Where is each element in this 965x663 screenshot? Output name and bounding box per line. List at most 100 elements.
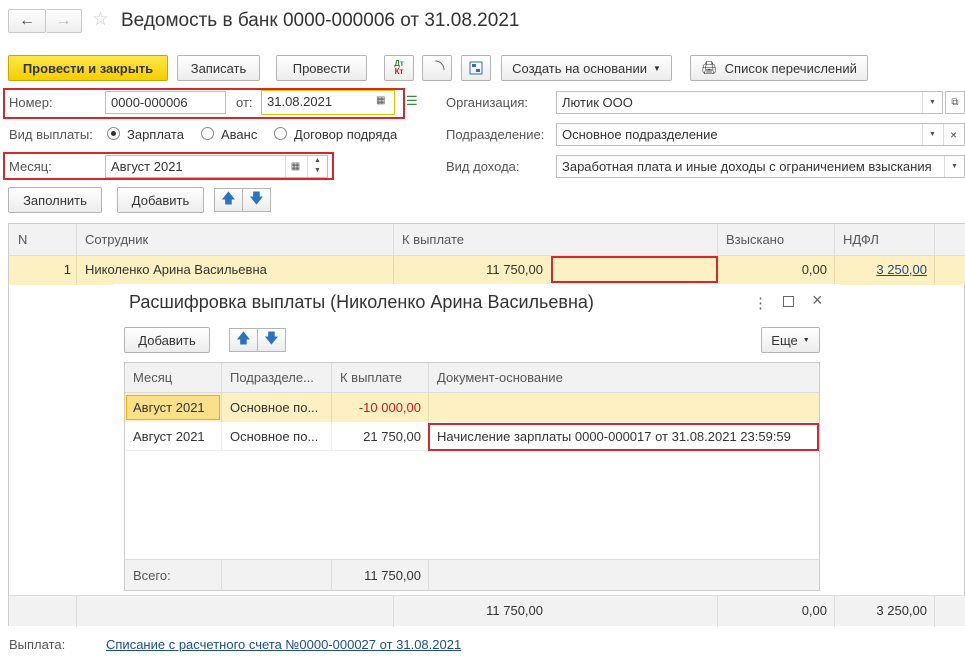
- col-ndfl[interactable]: НДФЛ: [843, 232, 879, 247]
- list-check-icon[interactable]: ☰: [406, 93, 418, 109]
- row-employee: Николенко Арина Васильевна: [85, 262, 267, 277]
- nav-forward-button[interactable]: →: [46, 9, 82, 33]
- col-collected[interactable]: Взыскано: [726, 232, 784, 247]
- arrow-right-icon: →: [55, 12, 72, 29]
- arrow-up-icon: 🡅: [221, 190, 236, 206]
- popup-move-up-button[interactable]: 🡅: [229, 328, 258, 352]
- create-based-on-label: Создать на основании: [512, 60, 647, 76]
- structure-icon: [469, 61, 483, 75]
- arrow-down-icon: 🡇: [264, 330, 279, 346]
- radio-advance[interactable]: [201, 127, 214, 140]
- popup-more-label: Еще: [771, 332, 798, 348]
- structure-button[interactable]: [461, 55, 491, 81]
- radio-salary[interactable]: [107, 127, 120, 140]
- department-label: Подразделение:: [446, 127, 545, 142]
- popup-row-to-pay: -10 000,00: [358, 400, 421, 415]
- popup-row-to-pay: 21 750,00: [363, 429, 421, 444]
- row-ndfl[interactable]: 3 250,00: [834, 262, 927, 277]
- arrow-down-icon: 🡇: [249, 190, 264, 206]
- month-highlight: [3, 152, 334, 180]
- maximize-icon[interactable]: [783, 296, 794, 307]
- popup-col-to-pay[interactable]: К выплате: [340, 370, 402, 385]
- chevron-down-icon: ▼: [929, 131, 936, 138]
- printer-icon: 🖨: [701, 60, 718, 75]
- breakdown-popup: Расшифровка выплаты (Николенко Арина Вас…: [113, 284, 840, 595]
- post-button[interactable]: Провести: [276, 55, 367, 81]
- main-table-header: [9, 224, 965, 256]
- chevron-down-icon: ▼: [929, 99, 936, 106]
- organization-label: Организация:: [446, 95, 529, 110]
- move-up-button[interactable]: 🡅: [214, 188, 243, 212]
- col-to-pay[interactable]: К выплате: [402, 232, 464, 247]
- popup-col-doc[interactable]: Документ-основание: [437, 370, 563, 385]
- chevron-down-icon: ▼: [951, 163, 958, 170]
- dt-kt-icon: Дт Кт: [394, 59, 404, 76]
- table-row[interactable]: Август 2021 Основное по... -10 000,00: [125, 393, 819, 422]
- move-down-button[interactable]: 🡇: [242, 188, 271, 212]
- row-number: 1: [63, 262, 71, 277]
- popup-col-dept[interactable]: Подразделе...: [230, 370, 314, 385]
- income-type-field[interactable]: Заработная плата и иные доходы с огранич…: [556, 155, 965, 178]
- close-icon[interactable]: ×: [812, 290, 823, 311]
- table-row[interactable]: 1 Николенко Арина Васильевна 11 750,00 0…: [9, 256, 965, 285]
- popup-row-month: Август 2021: [133, 400, 205, 415]
- department-field[interactable]: Основное подразделение: [556, 123, 965, 146]
- post-and-close-button[interactable]: Провести и закрыть: [8, 55, 168, 81]
- arrow-up-icon: 🡅: [236, 330, 251, 346]
- payment-label: Выплата:: [9, 637, 66, 652]
- main-table-footer: 11 750,00 0,00 3 250,00: [9, 595, 965, 627]
- paperclip-icon: ⌒: [426, 57, 448, 79]
- popup-table-footer: Всего: 11 750,00: [125, 559, 819, 591]
- dt-kt-button[interactable]: Дт Кт: [384, 55, 414, 81]
- attach-button[interactable]: ⌒: [422, 55, 452, 81]
- footer-ndfl: 3 250,00: [876, 603, 927, 618]
- save-button[interactable]: Записать: [177, 55, 260, 81]
- empty-cell-highlight: [551, 256, 718, 283]
- chevron-down-icon: ▼: [802, 336, 810, 344]
- radio-contract-label[interactable]: Договор подряда: [294, 127, 397, 142]
- chevron-down-icon: ▼: [652, 63, 661, 73]
- create-based-on-button[interactable]: Создать на основании ▼: [501, 55, 672, 81]
- popup-row-dept: Основное по...: [230, 400, 319, 415]
- radio-advance-label[interactable]: Аванс: [221, 127, 257, 142]
- income-type-label: Вид дохода:: [446, 159, 520, 174]
- col-employee[interactable]: Сотрудник: [85, 232, 148, 247]
- department-clear[interactable]: ×: [943, 124, 963, 145]
- col-n[interactable]: N: [18, 232, 27, 247]
- radio-contract[interactable]: [274, 127, 287, 140]
- popup-more-button[interactable]: Еще ▼: [761, 327, 820, 353]
- transfer-list-label: Список перечислений: [724, 60, 857, 76]
- more-vertical-icon[interactable]: ⋮: [753, 294, 768, 312]
- popup-row-dept: Основное по...: [230, 429, 319, 444]
- open-icon: ⧉: [951, 97, 959, 108]
- department-dropdown[interactable]: ▼: [922, 124, 942, 145]
- income-type-dropdown[interactable]: ▼: [944, 156, 964, 177]
- organization-dropdown[interactable]: ▼: [922, 92, 942, 113]
- arrow-left-icon: ←: [19, 12, 35, 29]
- fill-button[interactable]: Заполнить: [8, 187, 102, 213]
- page-title: Ведомость в банк 0000-000006 от 31.08.20…: [121, 10, 520, 31]
- popup-table: Месяц Подразделе... К выплате Документ-о…: [124, 362, 820, 591]
- star-icon[interactable]: ☆: [92, 8, 109, 31]
- popup-title: Расшифровка выплаты (Николенко Арина Вас…: [129, 292, 594, 312]
- popup-col-month[interactable]: Месяц: [133, 370, 172, 385]
- popup-row-month: Август 2021: [133, 429, 205, 444]
- close-icon: ×: [949, 127, 957, 142]
- popup-total-value: 11 750,00: [364, 568, 421, 583]
- footer-to-pay: 11 750,00: [486, 603, 543, 618]
- popup-add-button[interactable]: Добавить: [124, 327, 210, 353]
- organization-field[interactable]: Лютик ООО: [556, 91, 943, 114]
- row-collected: 0,00: [801, 262, 827, 277]
- popup-move-down-button[interactable]: 🡇: [257, 328, 286, 352]
- open-organization-button[interactable]: ⧉: [945, 91, 965, 114]
- popup-total-label: Всего:: [133, 568, 171, 583]
- transfer-list-button[interactable]: 🖨 Список перечислений: [690, 55, 868, 81]
- number-date-highlight: [3, 88, 405, 119]
- base-document-highlight: [428, 423, 819, 451]
- radio-salary-label[interactable]: Зарплата: [127, 127, 184, 142]
- income-type-value: Заработная плата и иные доходы с огранич…: [562, 159, 932, 174]
- payment-document-link[interactable]: Списание с расчетного счета №0000-000027…: [106, 637, 461, 652]
- row-to-pay: 11 750,00: [486, 262, 543, 277]
- add-row-button[interactable]: Добавить: [117, 187, 204, 213]
- nav-back-button[interactable]: ←: [8, 9, 46, 33]
